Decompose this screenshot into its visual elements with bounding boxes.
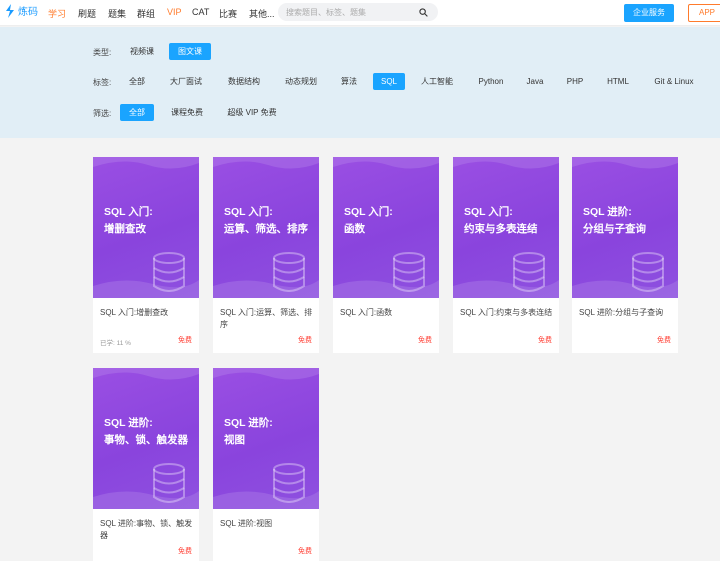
- search-icon[interactable]: [419, 8, 428, 17]
- wave-decoration: [333, 157, 439, 169]
- nav-item-problems[interactable]: 刷题: [78, 7, 96, 20]
- database-icon: [153, 252, 185, 292]
- course-cover: SQL 进阶: 分组与子查询: [572, 157, 678, 298]
- tag-filter-label: 标签:: [93, 77, 112, 87]
- screen-chip-all[interactable]: 全部: [120, 104, 154, 121]
- course-card[interactable]: SQL 进阶: 视图 SQL 进阶:视图 免费: [213, 368, 319, 561]
- tag-chip-all[interactable]: 全部: [124, 73, 150, 90]
- database-icon: [273, 463, 305, 503]
- database-icon: [513, 252, 545, 292]
- tag-chip-java[interactable]: Java: [522, 73, 548, 90]
- course-card[interactable]: SQL 入门: 约束与多表连结 SQL 入门:约束与多表连结 免费: [453, 157, 559, 353]
- nav-item-groups[interactable]: 群组: [137, 7, 155, 20]
- course-cover: SQL 进阶: 事物、锁、触发器: [93, 368, 199, 509]
- tag-chip-git-linux[interactable]: Git & Linux: [650, 73, 698, 90]
- tag-chip-ai[interactable]: 人工智能: [417, 73, 457, 90]
- course-price-badge: 免费: [298, 548, 312, 555]
- course-title: SQL 入门:增删查改: [100, 308, 169, 317]
- type-chip-article[interactable]: 图文课: [169, 43, 211, 60]
- course-price-badge: 免费: [178, 548, 192, 555]
- wave-decoration: [93, 157, 199, 169]
- screen-chip-free[interactable]: 课程免费: [166, 104, 208, 121]
- logo-icon: [6, 3, 14, 18]
- course-cover: SQL 入门: 运算、筛选、排序: [213, 157, 319, 298]
- filter-panel: 类型: 视频课 图文课 标签: 全部 大厂面试 数据结构 动态规划 算法 SQL…: [0, 27, 720, 138]
- course-price-badge: 免费: [657, 337, 671, 344]
- tag-chip-algorithm[interactable]: 算法: [336, 73, 362, 90]
- tag-chip-python[interactable]: Python: [474, 73, 508, 90]
- screen-filter-row: 筛选:: [93, 104, 121, 122]
- wave-decoration: [213, 157, 319, 169]
- cover-title: SQL 入门: 函数: [344, 206, 393, 235]
- tag-chip-data-structure[interactable]: 数据结构: [224, 73, 264, 90]
- top-navbar: 炼码 学习 刷题 题集 群组 VIP CAT 比赛 其他... 企业服务 APP: [0, 0, 720, 26]
- wave-decoration: [213, 368, 319, 380]
- course-price-badge: 免费: [178, 337, 192, 344]
- course-card[interactable]: SQL 入门: 函数 SQL 入门:函数 免费: [333, 157, 439, 353]
- type-chip-video[interactable]: 视频课: [126, 43, 158, 60]
- tag-chip-sql[interactable]: SQL: [373, 73, 405, 90]
- cover-title: SQL 进阶: 分组与子查询: [583, 206, 646, 235]
- logo-text: 炼码: [18, 7, 38, 18]
- course-progress: 已学: 11 %: [100, 340, 131, 347]
- nav-item-problem-sets[interactable]: 题集: [108, 7, 126, 20]
- course-price-badge: 免费: [298, 337, 312, 344]
- nav-item-contests[interactable]: 比赛: [219, 7, 237, 20]
- course-card[interactable]: SQL 入门: 运算、筛选、排序 SQL 入门:运算、筛选、排序 免费: [213, 157, 319, 353]
- course-cover: SQL 入门: 函数: [333, 157, 439, 298]
- enterprise-service-button[interactable]: 企业服务: [624, 4, 674, 22]
- nav-item-cat[interactable]: CAT: [192, 7, 209, 17]
- course-title: SQL 入门:约束与多表连结: [460, 308, 553, 317]
- type-filter-label: 类型:: [93, 47, 112, 57]
- database-icon: [632, 252, 664, 292]
- nav-item-vip[interactable]: VIP: [167, 7, 182, 17]
- logo[interactable]: 炼码: [5, 3, 38, 18]
- database-icon: [273, 252, 305, 292]
- course-cover: SQL 进阶: 视图: [213, 368, 319, 509]
- tag-chip-dp[interactable]: 动态规划: [281, 73, 321, 90]
- cover-title: SQL 入门: 增删查改: [104, 206, 153, 235]
- database-icon: [393, 252, 425, 292]
- app-button[interactable]: APP: [688, 4, 720, 22]
- cover-title: SQL 进阶: 视图: [224, 417, 273, 446]
- tag-filter-row: 标签:: [93, 73, 121, 91]
- course-title: SQL 进阶:视图: [220, 519, 273, 528]
- tag-chip-php[interactable]: PHP: [563, 73, 587, 90]
- wave-decoration: [93, 368, 199, 380]
- course-cover: SQL 入门: 约束与多表连结: [453, 157, 559, 298]
- database-icon: [153, 463, 185, 503]
- type-filter-row: 类型:: [93, 43, 121, 61]
- course-card[interactable]: SQL 入门: 增删查改 SQL 入门:增删查改 已学: 11 % 免费: [93, 157, 199, 353]
- course-card[interactable]: SQL 进阶: 事物、锁、触发器 SQL 进阶:事物、锁、触发器 免费: [93, 368, 199, 561]
- course-title: SQL 进阶:分组与子查询: [579, 308, 664, 317]
- search-box: [278, 3, 438, 21]
- screen-chip-super-vip[interactable]: 超级 VIP 免费: [224, 104, 280, 121]
- course-price-badge: 免费: [418, 337, 432, 344]
- wave-decoration: [572, 157, 678, 169]
- wave-decoration: [453, 157, 559, 169]
- screen-filter-label: 筛选:: [93, 108, 112, 118]
- tag-chip-interview[interactable]: 大厂面试: [166, 73, 206, 90]
- cover-title: SQL 入门: 约束与多表连结: [464, 206, 538, 235]
- course-title: SQL 入门:运算、筛选、排序: [220, 308, 313, 329]
- nav-item-learn[interactable]: 学习: [48, 7, 66, 20]
- nav-item-more[interactable]: 其他...: [249, 7, 275, 20]
- tag-chip-html[interactable]: HTML: [603, 73, 633, 90]
- course-title: SQL 进阶:事物、锁、触发器: [100, 519, 193, 540]
- course-card[interactable]: SQL 进阶: 分组与子查询 SQL 进阶:分组与子查询 免费: [572, 157, 678, 353]
- course-cover: SQL 入门: 增删查改: [93, 157, 199, 298]
- course-price-badge: 免费: [538, 337, 552, 344]
- cover-title: SQL 进阶: 事物、锁、触发器: [104, 417, 188, 446]
- course-title: SQL 入门:函数: [340, 308, 393, 317]
- cover-title: SQL 入门: 运算、筛选、排序: [224, 206, 308, 235]
- search-input[interactable]: [286, 6, 411, 18]
